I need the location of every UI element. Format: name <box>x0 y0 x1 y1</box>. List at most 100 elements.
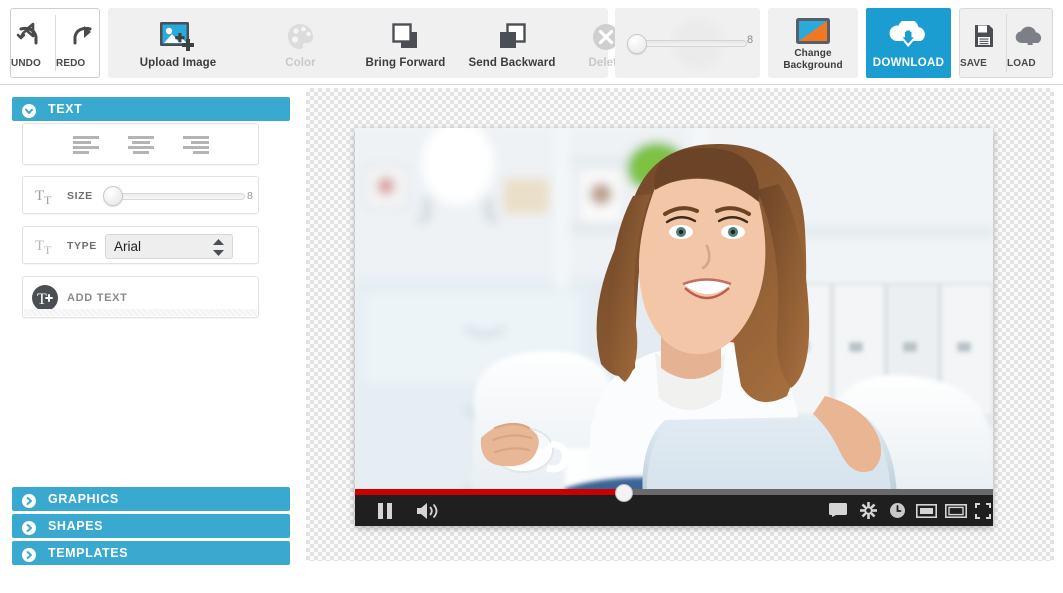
opacity-slider[interactable] <box>627 34 747 54</box>
fullscreen-button[interactable] <box>975 503 991 524</box>
opacity-value: 8 <box>747 34 754 46</box>
text-type-card: TT TYPE Arial <box>22 226 259 264</box>
pause-icon <box>378 503 392 519</box>
align-center-button[interactable] <box>120 132 162 158</box>
undo-arrow-icon <box>11 21 55 55</box>
type-label: TYPE <box>67 240 97 252</box>
color-label: Color <box>285 57 316 69</box>
miniplayer-button[interactable] <box>945 504 967 523</box>
save-load-group: SAVE LOAD <box>959 8 1053 78</box>
slider-track <box>637 40 747 47</box>
size-label: SIZE <box>67 190 93 202</box>
bring-forward-label: Bring Forward <box>365 57 446 69</box>
redo-label: REDO <box>56 58 86 69</box>
size-value: 8 <box>247 190 253 202</box>
svg-text:T: T <box>44 193 52 207</box>
sidebar-panel-templates[interactable]: TEMPLATES <box>12 541 290 565</box>
text-align-card <box>22 123 259 165</box>
settings-button[interactable] <box>860 502 877 524</box>
footer-strip <box>0 568 1063 593</box>
upload-image-button[interactable]: Upload Image <box>108 8 248 78</box>
add-text-button[interactable]: T ADD TEXT <box>22 276 259 318</box>
download-label: DOWNLOAD <box>872 57 945 69</box>
pause-button[interactable] <box>377 503 393 524</box>
save-button[interactable]: SAVE <box>960 9 1006 77</box>
send-backward-icon <box>458 20 566 54</box>
chevron-right-circle-icon <box>22 519 36 535</box>
cloud-upload-icon <box>1007 24 1053 50</box>
progress-scrubber[interactable] <box>614 484 633 502</box>
photo-illustration <box>355 128 993 526</box>
hatch-decoration <box>24 309 257 316</box>
volume-icon <box>417 503 438 519</box>
captions-button[interactable] <box>829 503 847 522</box>
text-size-icon: TT <box>35 185 61 207</box>
history-group: UNDO REDO <box>10 8 100 78</box>
slider-track <box>115 193 245 200</box>
progress-bar[interactable] <box>355 484 993 502</box>
add-text-label: ADD TEXT <box>67 292 128 304</box>
text-size-card: TT SIZE 8 <box>22 176 259 214</box>
sidebar-panel-text[interactable]: TEXT <box>12 97 290 121</box>
image-plus-icon <box>108 20 248 54</box>
fullscreen-icon <box>975 503 991 519</box>
transparency-canvas[interactable] <box>306 88 1054 561</box>
gear-icon <box>860 502 877 519</box>
add-text-circle-icon: T <box>32 285 58 311</box>
chevron-right-circle-icon <box>22 492 36 508</box>
up-down-arrows-icon <box>212 239 225 256</box>
palette-icon <box>248 20 353 54</box>
align-left-icon <box>65 136 107 162</box>
send-backward-label: Send Backward <box>468 57 556 69</box>
volume-button[interactable] <box>417 503 439 524</box>
align-right-icon <box>175 136 217 162</box>
upload-image-label: Upload Image <box>139 57 217 69</box>
download-button[interactable]: DOWNLOAD <box>866 8 951 78</box>
panel-label: TEMPLATES <box>48 546 129 560</box>
chevron-down-circle-icon <box>22 102 36 118</box>
progress-fill <box>355 489 623 495</box>
opacity-slider-group: 8 <box>615 8 760 78</box>
redo-arrow-icon <box>56 21 100 55</box>
canvas-area[interactable] <box>303 86 1063 568</box>
align-center-icon <box>120 136 162 162</box>
align-right-button[interactable] <box>175 132 217 158</box>
svg-text:T: T <box>35 238 44 254</box>
object-tools-group: Upload Image Color Bring Forward Send Ba… <box>108 8 623 78</box>
font-family-select[interactable]: Arial <box>105 234 233 259</box>
align-left-button[interactable] <box>65 132 107 158</box>
redo-button[interactable]: REDO <box>56 9 100 77</box>
bring-forward-icon <box>353 20 458 54</box>
undo-button[interactable]: UNDO <box>11 9 55 77</box>
top-toolbar: UNDO REDO Upload Image Color Bring Forwa… <box>0 0 1063 85</box>
change-background-label-1: Change <box>794 48 832 59</box>
undo-label: UNDO <box>11 58 41 69</box>
chevron-right-circle-icon <box>22 546 36 562</box>
send-backward-button[interactable]: Send Backward <box>458 8 566 78</box>
canvas-image[interactable] <box>355 128 993 526</box>
change-background-label-2: Background <box>783 60 843 71</box>
left-sidebar: TEXT TT SIZE 8 T T TYPE Arial T ADD TEXT… <box>0 86 302 593</box>
svg-text:T: T <box>44 243 52 257</box>
sidebar-panel-graphics[interactable]: GRAPHICS <box>12 487 290 511</box>
clock-icon <box>890 503 905 518</box>
theater-mode-button[interactable] <box>916 504 937 523</box>
text-type-icon: TT <box>35 235 61 257</box>
watch-later-button[interactable] <box>890 503 905 523</box>
slider-knob[interactable] <box>627 34 647 54</box>
theater-screen-icon <box>916 504 937 518</box>
sidebar-panel-shapes[interactable]: SHAPES <box>12 514 290 538</box>
load-label: LOAD <box>1007 58 1036 69</box>
panel-label: SHAPES <box>48 519 104 533</box>
slider-knob[interactable] <box>103 186 123 206</box>
color-button[interactable]: Color <box>248 8 353 78</box>
change-background-button[interactable]: Change Background <box>768 8 858 78</box>
panel-label: TEXT <box>48 102 83 116</box>
bring-forward-button[interactable]: Bring Forward <box>353 8 458 78</box>
load-button[interactable]: LOAD <box>1007 9 1053 77</box>
text-size-slider[interactable] <box>103 186 245 206</box>
font-family-value: Arial <box>114 239 142 254</box>
svg-text:T: T <box>37 291 47 308</box>
video-player-controls <box>355 484 993 526</box>
cloud-download-icon <box>866 18 951 51</box>
